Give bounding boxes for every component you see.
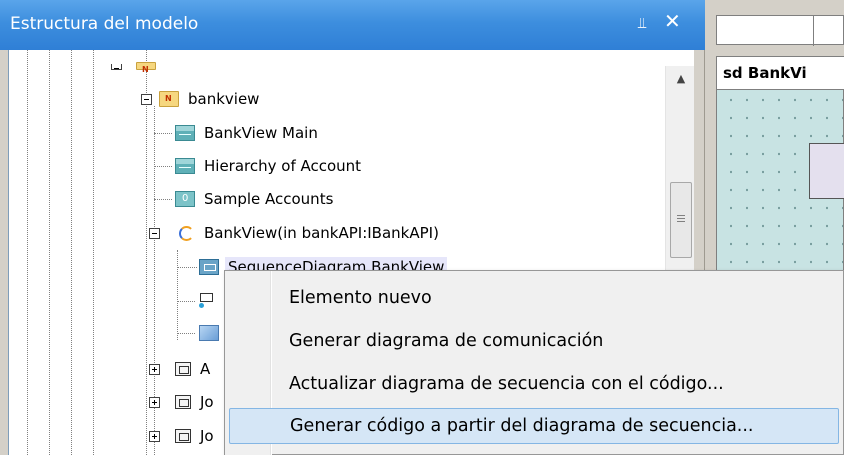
tree-branch-line — [177, 333, 195, 334]
menu-item-label: Actualizar diagrama de secuencia con el … — [289, 374, 724, 394]
expand-icon[interactable] — [149, 364, 160, 375]
menu-item-label: Elemento nuevo — [289, 288, 432, 308]
grip-icon — [677, 215, 685, 223]
panel-titlebar: Estructura del modelo ⫫ ✕ — [0, 0, 705, 50]
tree-item-hierarchy-of-account[interactable]: Hierarchy of Account — [175, 155, 364, 177]
tree-item-package-jo-1[interactable]: Jo — [175, 391, 217, 413]
close-icon[interactable]: ✕ — [664, 11, 681, 31]
tree-item-bankview-main[interactable]: BankView Main — [175, 122, 321, 144]
tree-branch-line — [177, 267, 197, 268]
tree-item-diagram[interactable] — [199, 322, 225, 344]
class-diagram-icon — [175, 158, 195, 174]
tree-guide-line — [27, 50, 28, 455]
context-menu: Elemento nuevo Generar diagrama de comun… — [224, 270, 844, 455]
diagram-frame-header: sd BankVi — [717, 57, 844, 90]
package-icon — [175, 362, 191, 376]
communication-diagram-icon — [197, 293, 215, 309]
tree-guide-line — [71, 50, 72, 455]
tree-item-label: BankView(in bankAPI:IBankAPI) — [204, 224, 439, 242]
menu-item-new-element[interactable]: Elemento nuevo — [229, 281, 839, 317]
tree-guide-line — [49, 50, 50, 455]
expand-icon[interactable] — [149, 397, 160, 408]
diagram-title: sd BankVi — [723, 64, 807, 82]
panel-title: Estructura del modelo — [10, 14, 199, 34]
scroll-up-arrow-icon[interactable]: ▲ — [666, 66, 694, 92]
tree-item-communication-diagram[interactable] — [197, 290, 221, 312]
scroll-thumb[interactable] — [670, 182, 692, 258]
tree-item-bankview-interface[interactable]: BankView(in bankAPI:IBankAPI) — [177, 222, 442, 244]
tree-branch-line — [154, 133, 172, 134]
tree-item-sample-accounts[interactable]: Sample Accounts — [175, 188, 336, 210]
expand-icon[interactable] — [149, 431, 160, 442]
tree-item-package-jo-2[interactable]: Jo — [175, 425, 217, 447]
diagram-tab-row[interactable] — [716, 15, 844, 46]
tree-guide-line — [177, 250, 178, 340]
menu-item-generate-code[interactable]: Generar código a partir del diagrama de … — [229, 408, 839, 444]
sequence-diagram-icon — [199, 259, 219, 275]
expander-icon[interactable] — [111, 64, 122, 70]
tree-branch-line — [177, 301, 195, 302]
collapse-icon[interactable] — [149, 228, 160, 239]
tree-item-label: BankView Main — [204, 124, 318, 142]
tree-item-package-a[interactable]: A — [175, 358, 213, 380]
diagram-icon — [199, 325, 219, 341]
menu-item-update-sequence-diagram[interactable]: Actualizar diagrama de secuencia con el … — [229, 367, 839, 403]
pin-icon[interactable]: ⫫ — [638, 14, 646, 32]
tree-item-label: A — [200, 360, 211, 378]
package-folder-icon — [159, 91, 179, 107]
tree-item-label: Hierarchy of Account — [204, 157, 362, 175]
interface-realization-icon — [177, 225, 195, 241]
tree-item-label: bankview — [188, 90, 260, 108]
package-icon — [175, 395, 191, 409]
class-diagram-icon — [175, 125, 195, 141]
tree-guide-line — [93, 50, 94, 455]
package-icon — [175, 429, 191, 443]
tree-item-label: Jo — [200, 393, 214, 411]
lifeline-box[interactable] — [809, 143, 844, 199]
menu-item-label: Generar código a partir del diagrama de … — [290, 416, 754, 436]
menu-item-generate-communication-diagram[interactable]: Generar diagrama de comunicación — [229, 324, 839, 360]
collapse-icon[interactable] — [141, 94, 152, 105]
object-diagram-icon — [175, 191, 195, 207]
menu-item-label: Generar diagrama de comunicación — [289, 331, 604, 351]
tree-guide-line — [146, 50, 147, 455]
tree-item-label: Sample Accounts — [204, 190, 334, 208]
tree-branch-line — [154, 199, 172, 200]
tree-item-bankview[interactable]: bankview — [159, 88, 262, 110]
tree-item-label: Jo — [200, 427, 214, 445]
tree-branch-line — [154, 166, 172, 167]
tab-separator — [813, 16, 814, 46]
package-folder-icon — [136, 62, 156, 74]
